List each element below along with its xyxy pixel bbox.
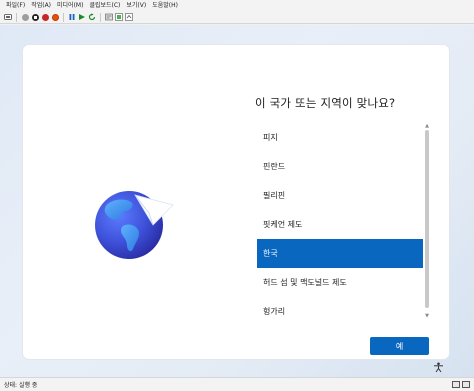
turn-off-icon[interactable] — [31, 13, 39, 21]
list-item-label: 허드 섬 및 맥도널드 제도 — [263, 278, 347, 287]
toolbar-separator — [63, 12, 64, 22]
accessibility-icon[interactable] — [433, 362, 444, 373]
scroll-down-arrow-icon[interactable]: ▼ — [424, 313, 430, 319]
reset-icon[interactable] — [78, 13, 86, 21]
page-title: 이 국가 또는 지역이 맞나요? — [255, 96, 396, 110]
menu-file[interactable]: 파일(F) — [6, 0, 25, 11]
menu-action[interactable]: 작업(A) — [31, 0, 51, 11]
toolbar-separator — [16, 12, 17, 22]
region-list[interactable]: 피지 핀란드 필리핀 핏케언 제도 한국 허드 섬 및 맥도널드 제도 헝가리 — [257, 123, 423, 326]
menu-view[interactable]: 보기(V) — [126, 0, 146, 11]
guest-screen: 이 국가 또는 지역이 맞나요? 피지 핀란드 필리핀 핏케언 제도 한국 허드… — [0, 25, 474, 377]
toolbar-separator — [100, 12, 101, 22]
scroll-up-arrow-icon[interactable]: ▲ — [424, 123, 430, 129]
share-icon[interactable] — [125, 13, 133, 21]
statusbar: 상태: 실행 중 — [0, 377, 474, 391]
scrollbar-thumb[interactable] — [425, 130, 429, 308]
list-item[interactable]: 핀란드 — [257, 152, 423, 181]
keyboard-icon — [452, 381, 460, 388]
ctrl-alt-del-icon[interactable] — [4, 13, 12, 21]
enhanced-session-icon[interactable] — [115, 13, 123, 21]
menu-clipboard[interactable]: 클립보드(C) — [89, 0, 120, 11]
list-item-label: 헝가리 — [263, 307, 286, 316]
status-text: 상태: 실행 중 — [4, 382, 38, 389]
status-icons — [452, 381, 470, 388]
pause-icon[interactable] — [68, 13, 76, 21]
list-item[interactable]: 피지 — [257, 123, 423, 152]
revert-icon[interactable] — [105, 13, 113, 21]
yes-button[interactable]: 예 — [370, 337, 429, 355]
list-item[interactable]: 허드 섬 및 맥도널드 제도 — [257, 268, 423, 297]
menu-media[interactable]: 미디어(M) — [57, 0, 83, 11]
globe-icon — [95, 191, 174, 259]
list-item-selected[interactable]: 한국 — [257, 239, 423, 268]
list-item-label: 필리핀 — [263, 191, 286, 200]
lock-icon — [462, 381, 470, 388]
list-item-label: 피지 — [263, 133, 278, 142]
checkpoint-icon[interactable] — [88, 13, 96, 21]
list-item[interactable]: 헝가리 — [257, 297, 423, 326]
list-item-label: 한국 — [263, 249, 278, 258]
start-icon[interactable] — [21, 13, 29, 21]
oobe-card: 이 국가 또는 지역이 맞나요? 피지 핀란드 필리핀 핏케언 제도 한국 허드… — [23, 45, 449, 359]
menubar: 파일(F) 작업(A) 미디어(M) 클립보드(C) 보기(V) 도움말(H) — [0, 0, 474, 11]
menu-help[interactable]: 도움말(H) — [152, 0, 178, 11]
list-item-label: 핏케언 제도 — [263, 220, 303, 229]
toolbar — [0, 11, 474, 24]
list-item-label: 핀란드 — [263, 162, 286, 171]
list-item[interactable]: 핏케언 제도 — [257, 210, 423, 239]
shutdown-icon[interactable] — [41, 13, 49, 21]
list-item[interactable]: 필리핀 — [257, 181, 423, 210]
power-icon[interactable] — [51, 13, 59, 21]
